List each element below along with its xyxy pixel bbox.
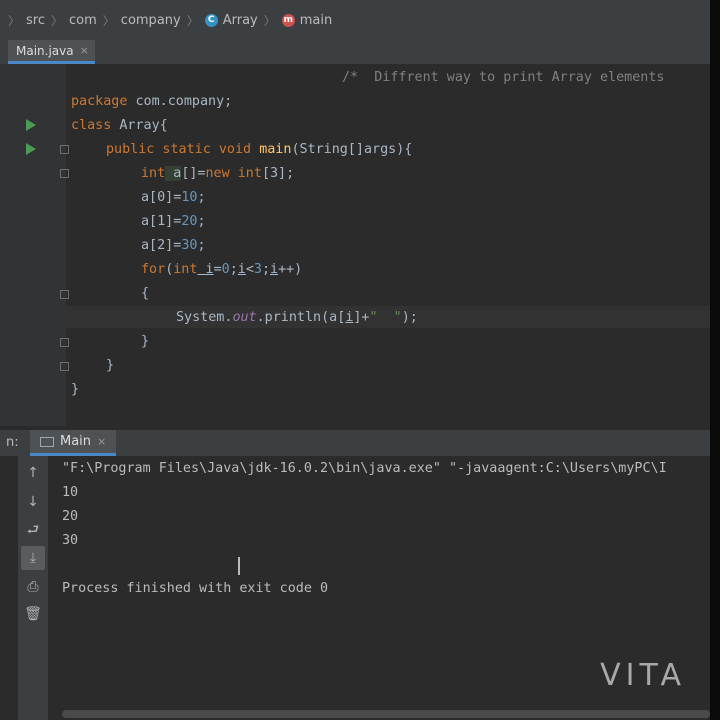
code-line: a[2]=30;	[141, 238, 206, 253]
code-line: }	[106, 358, 115, 373]
tab-main-java[interactable]: Main.java ×	[8, 40, 95, 64]
breadcrumb-label: Array	[222, 12, 258, 28]
chevron-right-icon: 〉	[102, 13, 115, 28]
chevron-right-icon: 〉	[51, 13, 64, 28]
console-output-line: 10	[62, 485, 79, 500]
chevron-right-icon: 〉	[8, 13, 21, 28]
code-line: /* Diffrent way to print Array elements	[342, 68, 664, 88]
code-editor[interactable]: /* Diffrent way to print Array elements …	[0, 64, 710, 426]
print-icon[interactable]: ⎙	[21, 575, 45, 599]
console-output-line: 30	[62, 533, 79, 548]
console-command-line: "F:\Program Files\Java\jdk-16.0.2\bin\ja…	[62, 461, 667, 476]
up-arrow-icon[interactable]: ↑	[21, 461, 45, 485]
code-comment: /* Diffrent way to print Array elements	[342, 70, 665, 85]
scroll-to-end-icon[interactable]: ⤓	[21, 546, 45, 570]
soft-wrap-icon[interactable]: ⮐	[21, 519, 45, 543]
chevron-right-icon: 〉	[263, 13, 276, 28]
run-tool-window-header: n: Main ×	[0, 430, 710, 456]
code-line: {	[141, 286, 150, 301]
tab-label: Main.java	[16, 43, 74, 58]
fold-icon[interactable]	[60, 362, 69, 371]
ide-window: 〉 src 〉 com 〉 company 〉 C Array 〉 m main M…	[0, 0, 710, 720]
code-line: public static void main(String[]args){	[106, 142, 413, 157]
breadcrumb-array[interactable]: C Array	[204, 12, 258, 28]
breadcrumb-com[interactable]: com	[69, 13, 97, 28]
code-line: System.out.println(a[i]+" ");	[176, 310, 418, 325]
close-icon[interactable]: ×	[97, 435, 106, 448]
code-line: package com.company;	[71, 94, 233, 109]
code-line: int a[]=new int[3];	[141, 166, 295, 181]
console-finish-line: Process finished with exit code 0	[62, 581, 329, 596]
text-cursor-icon	[238, 557, 240, 575]
down-arrow-icon[interactable]: ↓	[21, 490, 45, 514]
class-icon: C	[204, 13, 218, 27]
run-tab-label: Main	[60, 434, 92, 449]
fold-icon[interactable]	[60, 338, 69, 347]
run-toolbar: ↑ ↓ ⮐ ⤓ ⎙ 🗑	[18, 456, 48, 720]
code-line: }	[71, 382, 80, 397]
fold-icon[interactable]	[60, 169, 69, 178]
code-line: a[1]=20;	[141, 214, 206, 229]
fold-icon[interactable]	[60, 290, 69, 299]
breadcrumb-label: company	[120, 12, 181, 28]
fold-icon[interactable]	[60, 145, 69, 154]
console-icon	[40, 436, 54, 447]
watermark: VITA	[600, 658, 686, 693]
code-line: for(int i=0;i<3;i++)	[141, 262, 303, 277]
code-line: }	[141, 334, 150, 349]
screen-edge	[710, 0, 720, 720]
horizontal-scrollbar[interactable]	[62, 710, 710, 718]
tab-run-main[interactable]: Main ×	[30, 430, 117, 456]
breadcrumb-label: src	[26, 12, 45, 28]
trash-icon[interactable]: 🗑	[21, 602, 45, 626]
breadcrumb-company[interactable]: company	[121, 13, 181, 28]
code-line: a[0]=10;	[141, 190, 206, 205]
code-line: class Array{	[71, 118, 168, 133]
run-label: n:	[6, 435, 19, 450]
method-icon: m	[281, 13, 295, 27]
breadcrumb-label: com	[69, 12, 97, 28]
breadcrumb-main[interactable]: m main	[281, 12, 333, 28]
breadcrumb: 〉 src 〉 com 〉 company 〉 C Array 〉 m main	[0, 0, 710, 40]
close-icon[interactable]: ×	[80, 44, 89, 57]
chevron-right-icon: 〉	[186, 13, 199, 28]
breadcrumb-label: main	[299, 12, 333, 28]
editor-tab-bar: Main.java ×	[0, 40, 710, 65]
console-output-line: 20	[62, 509, 79, 524]
breadcrumb-src[interactable]: src	[26, 13, 45, 28]
